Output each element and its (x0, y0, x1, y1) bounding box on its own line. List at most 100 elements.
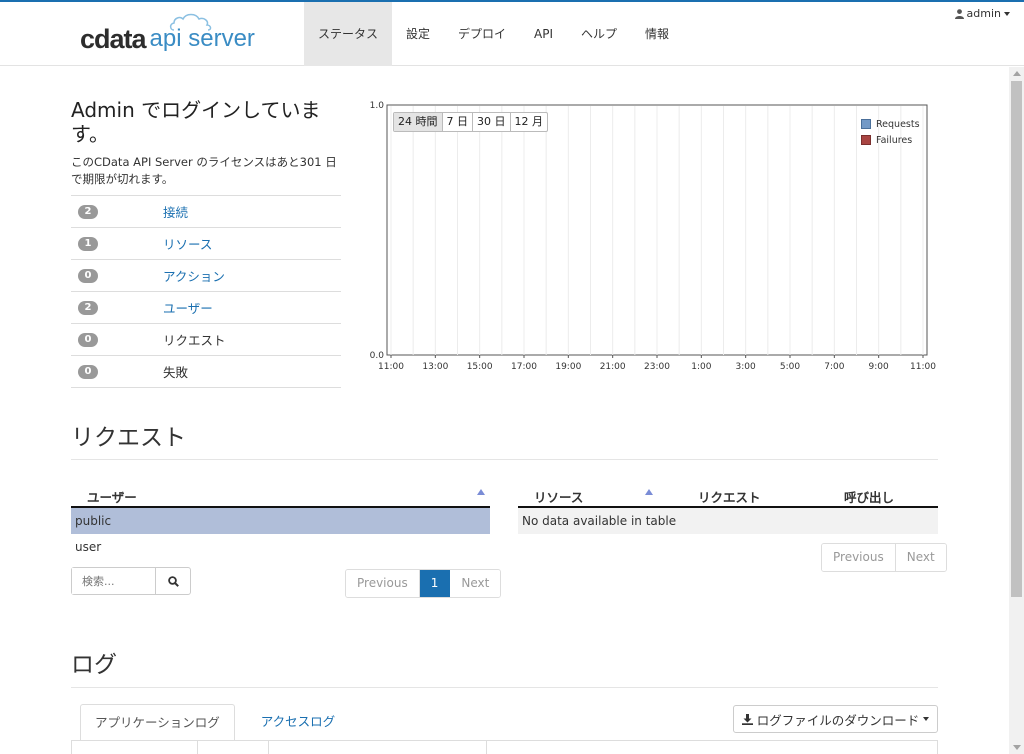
x-tick-label: 11:00 (378, 362, 404, 372)
user-menu-label: admin (966, 7, 1001, 20)
column-divider (486, 741, 487, 754)
count-badge: 2 (78, 204, 98, 219)
y-tick-label: 0.0 (370, 351, 385, 361)
range-12m-button[interactable]: 12 月 (511, 113, 548, 131)
range-7d-button[interactable]: 7 日 (443, 113, 473, 131)
x-tick-label: 9:00 (869, 362, 889, 372)
legend-label-requests: Requests (876, 118, 920, 130)
nav-status[interactable]: ステータス (304, 2, 393, 66)
resource-requests-table: リソース リクエスト 呼び出し No data available in tab… (518, 482, 938, 534)
x-tick-label: 19:00 (555, 362, 581, 372)
chart-canvas: 11:00 13:00 15:00 17:00 19:00 21:00 23:00 1:00 3… (370, 101, 937, 372)
users-link[interactable]: ユーザー (163, 298, 213, 317)
connections-link[interactable]: 接続 (163, 202, 188, 221)
scroll-thumb[interactable] (1011, 81, 1022, 597)
x-tick-label: 5:00 (780, 362, 800, 372)
requests-chart: 11:00 13:00 15:00 17:00 19:00 21:00 23:00 1:00 3… (360, 98, 940, 378)
nav-deploy[interactable]: デプロイ (444, 2, 520, 66)
next-page-button[interactable]: Next (895, 544, 946, 571)
nav-help[interactable]: ヘルプ (567, 2, 631, 66)
stat-failures: 0 失敗 (71, 356, 341, 388)
main-nav: ステータス 設定 デプロイ API ヘルプ 情報 (304, 2, 683, 66)
stat-users: 2 ユーザー (71, 292, 341, 324)
users-table-header[interactable]: ユーザー (71, 482, 490, 508)
table-row[interactable]: user (71, 534, 490, 560)
license-notice: このCData API Server のライセンスはあと301 日で期限が切れま… (71, 155, 337, 186)
time-range-selector: 24 時間 7 日 30 日 12 月 (393, 112, 548, 132)
cloud-icon (169, 13, 212, 31)
nav-info[interactable]: 情報 (631, 2, 683, 66)
nav-settings[interactable]: 設定 (392, 2, 444, 66)
previous-page-button[interactable]: Previous (822, 544, 896, 571)
page-scrollbar[interactable] (1009, 67, 1024, 754)
call-column-header[interactable]: 呼び出し (844, 487, 894, 506)
search-button[interactable] (156, 568, 190, 594)
user-column-header[interactable]: ユーザー (87, 487, 137, 506)
users-table: ユーザー public user (71, 482, 490, 560)
x-tick-label: 23:00 (644, 362, 670, 372)
count-badge: 1 (78, 236, 98, 251)
scroll-up-icon[interactable] (1013, 71, 1021, 76)
column-divider (268, 741, 269, 754)
count-badge: 0 (78, 268, 98, 283)
legend-swatch-requests (861, 119, 871, 129)
download-icon (741, 713, 753, 725)
login-title: Admin でログインしています。 (71, 98, 321, 146)
x-tick-label: 21:00 (600, 362, 626, 372)
next-page-button[interactable]: Next (450, 570, 501, 597)
chevron-down-icon (923, 717, 930, 721)
search-input[interactable] (72, 568, 156, 594)
x-tick-label: 15:00 (467, 362, 493, 372)
log-tabs: アプリケーションログ アクセスログ (80, 704, 349, 741)
cdata-logo[interactable]: cdata api server (80, 13, 255, 54)
count-badge: 0 (78, 332, 98, 347)
range-24h-button[interactable]: 24 時間 (394, 113, 443, 131)
x-tick-label: 13:00 (422, 362, 448, 372)
failures-label: 失敗 (163, 365, 189, 380)
resource-table-header: リソース リクエスト 呼び出し (518, 482, 938, 508)
chart-legend: Requests Failures (861, 116, 920, 148)
scroll-down-icon[interactable] (1013, 745, 1021, 750)
log-table (71, 740, 938, 754)
page-1-button[interactable]: 1 (419, 570, 451, 597)
x-tick-label: 1:00 (691, 362, 711, 372)
resource-column-header[interactable]: リソース (534, 487, 583, 506)
legend-label-failures: Failures (876, 134, 913, 146)
stat-resources: 1 リソース (71, 228, 341, 260)
count-badge: 0 (78, 364, 98, 379)
status-summary-list: 2 接続 1 リソース 0 アクション 2 ユーザー 0 リクエスト 0 失敗 (71, 195, 341, 388)
request-column-header[interactable]: リクエスト (698, 487, 761, 506)
nav-api[interactable]: API (520, 2, 567, 66)
requests-heading: リクエスト (71, 425, 186, 451)
logo-brand: cdata (80, 24, 147, 54)
legend-failures: Failures (861, 132, 920, 148)
sort-asc-icon (477, 489, 485, 495)
user-search (71, 567, 191, 595)
search-icon (167, 575, 179, 587)
y-tick-label: 1.0 (370, 101, 385, 111)
user-menu[interactable]: admin (954, 7, 1010, 20)
chevron-down-icon (1004, 11, 1010, 16)
stat-actions: 0 アクション (71, 260, 341, 292)
actions-link[interactable]: アクション (163, 266, 225, 285)
resources-link[interactable]: リソース (163, 234, 212, 253)
x-tick-label: 11:00 (910, 362, 936, 372)
range-30d-button[interactable]: 30 日 (473, 113, 511, 131)
sort-asc-icon (645, 489, 653, 495)
tab-access-log[interactable]: アクセスログ (247, 704, 349, 741)
tab-application-log[interactable]: アプリケーションログ (80, 704, 235, 741)
download-log-button[interactable]: ログファイルのダウンロード (733, 705, 938, 733)
log-heading: ログ (71, 652, 117, 678)
users-pagination: Previous 1 Next (345, 569, 502, 598)
divider (71, 687, 938, 688)
stat-connections: 2 接続 (71, 196, 341, 228)
user-icon (954, 8, 964, 19)
legend-swatch-failures (861, 135, 871, 145)
table-row[interactable]: public (71, 508, 490, 534)
resource-pagination: Previous Next (821, 543, 947, 572)
column-divider (197, 741, 198, 754)
empty-table-message: No data available in table (518, 508, 938, 534)
requests-label: リクエスト (163, 333, 226, 348)
previous-page-button[interactable]: Previous (346, 570, 420, 597)
legend-requests: Requests (861, 116, 920, 132)
